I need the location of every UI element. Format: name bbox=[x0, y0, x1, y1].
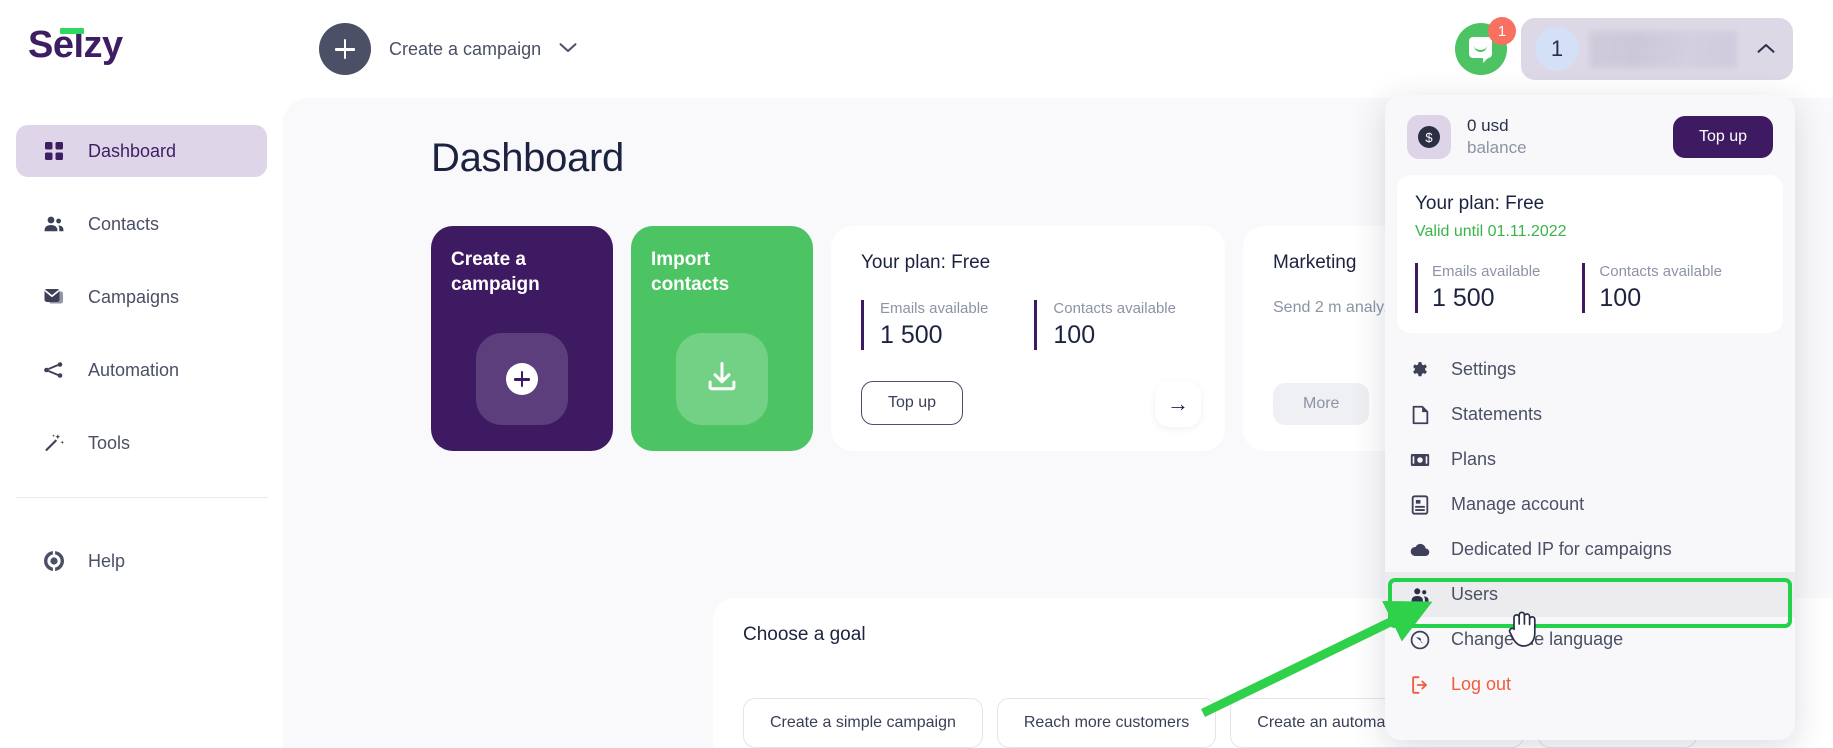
plan-summary-panel: Your plan: Free Valid until 01.11.2022 E… bbox=[1397, 175, 1783, 333]
menu-item-settings[interactable]: Settings bbox=[1385, 347, 1795, 392]
stat-value: 1 500 bbox=[880, 321, 943, 349]
stat-value: 100 bbox=[1599, 284, 1642, 312]
sidebar-item-tools[interactable]: Tools bbox=[16, 417, 267, 469]
tile-title: Create a campaign bbox=[451, 249, 540, 295]
goal-chip[interactable]: Reach more customers bbox=[996, 698, 1217, 748]
tile-title: Import contacts bbox=[651, 249, 730, 295]
top-header: Create a campaign 1 1 bbox=[283, 0, 1833, 98]
stat-label: Contacts available bbox=[1599, 263, 1722, 280]
more-button[interactable]: More bbox=[1273, 383, 1370, 425]
avatar: 1 bbox=[1535, 27, 1579, 71]
plan-title: Your plan: Free bbox=[1415, 193, 1545, 214]
green-arrow-annotation bbox=[1201, 600, 1433, 718]
plan-card: Your plan: Free Emails available 1 500 C… bbox=[831, 226, 1225, 451]
menu-item-label: Dedicated IP for campaigns bbox=[1451, 539, 1672, 559]
brand-logo[interactable]: Selzy bbox=[28, 24, 123, 67]
dollar-coin-icon: $ bbox=[1407, 115, 1451, 159]
goal-chip[interactable]: Create a simple campaign bbox=[743, 698, 983, 748]
sidebar-item-label: Campaigns bbox=[88, 286, 180, 307]
banknote-icon bbox=[1409, 449, 1431, 471]
sidebar-item-automation[interactable]: Automation bbox=[16, 344, 267, 396]
stat-label: Contacts available bbox=[1053, 300, 1176, 317]
stat-label: Emails available bbox=[880, 300, 989, 317]
menu-item-label: Manage account bbox=[1451, 494, 1585, 514]
app-root: Selzy Dashboard Contacts Campaigns Autom… bbox=[0, 0, 1833, 748]
account-name-redacted bbox=[1589, 31, 1737, 68]
grid-icon bbox=[42, 139, 66, 163]
lifebuoy-icon bbox=[42, 549, 66, 573]
arrow-right-icon[interactable]: → bbox=[1155, 381, 1201, 427]
download-icon bbox=[703, 358, 741, 401]
mouse-cursor bbox=[1508, 611, 1536, 647]
stat-label: Emails available bbox=[1432, 263, 1541, 280]
sidebar-item-label: Help bbox=[88, 550, 126, 571]
chat-unread-badge: 1 bbox=[1488, 17, 1516, 45]
stat-emails: Emails available 1 500 bbox=[1415, 263, 1540, 313]
plan-card-title: Your plan: Free bbox=[861, 252, 991, 273]
balance-label: balance bbox=[1467, 138, 1527, 157]
sidebar-divider bbox=[16, 497, 268, 498]
page-title: Dashboard bbox=[431, 136, 624, 180]
automation-icon bbox=[42, 358, 66, 382]
create-campaign-tile[interactable]: Create a campaign bbox=[431, 226, 613, 451]
sidebar-item-contacts[interactable]: Contacts bbox=[16, 198, 267, 250]
stat-value: 1 500 bbox=[1432, 284, 1495, 312]
plus-icon bbox=[319, 23, 371, 75]
logo-accent-bar bbox=[60, 28, 84, 34]
cloud-icon bbox=[1409, 539, 1431, 561]
top-up-button[interactable]: Top up bbox=[1672, 116, 1773, 158]
menu-item-label: Statements bbox=[1451, 404, 1543, 424]
sidebar-item-label: Dashboard bbox=[88, 140, 177, 161]
account-menu-button[interactable]: 1 bbox=[1521, 18, 1793, 80]
tile-icon-box bbox=[676, 333, 768, 425]
plan-validity: Valid until 01.11.2022 bbox=[1415, 223, 1567, 240]
menu-item-label: Users bbox=[1451, 584, 1499, 604]
stat-value: 100 bbox=[1053, 321, 1096, 349]
balance-text: 0 usd balance bbox=[1467, 116, 1527, 158]
plan-card-stats: Emails available 1 500 Contacts availabl… bbox=[861, 300, 1195, 350]
coin-glyph: $ bbox=[1418, 126, 1440, 148]
envelope-icon bbox=[42, 285, 66, 309]
sidebar-item-label: Tools bbox=[88, 432, 131, 453]
sidebar-item-help[interactable]: Help bbox=[16, 535, 125, 587]
sidebar-item-campaigns[interactable]: Campaigns bbox=[16, 271, 267, 323]
create-campaign-label: Create a campaign bbox=[389, 38, 542, 59]
magic-wand-icon bbox=[42, 431, 66, 455]
import-contacts-tile[interactable]: Import contacts bbox=[631, 226, 813, 451]
sidebar: Selzy Dashboard Contacts Campaigns Autom… bbox=[0, 0, 283, 748]
menu-item-label: Plans bbox=[1451, 449, 1497, 469]
top-up-button[interactable]: Top up bbox=[861, 381, 964, 425]
chevron-down-icon bbox=[559, 40, 577, 58]
plan-stats: Emails available 1 500 Contacts availabl… bbox=[1415, 263, 1765, 313]
chat-support-button[interactable]: 1 bbox=[1455, 17, 1516, 75]
stat-contacts: Contacts available 100 bbox=[1582, 263, 1722, 313]
sidebar-item-dashboard[interactable]: Dashboard bbox=[16, 125, 267, 177]
tile-icon-box bbox=[476, 333, 568, 425]
create-campaign-button[interactable]: Create a campaign bbox=[319, 23, 577, 75]
menu-item-plans[interactable]: Plans bbox=[1385, 437, 1795, 482]
gear-icon bbox=[1409, 359, 1431, 381]
account-card-icon bbox=[1409, 494, 1431, 516]
menu-item-label: Log out bbox=[1451, 674, 1512, 694]
document-icon bbox=[1409, 404, 1431, 426]
stat-contacts: Contacts available 100 bbox=[1034, 300, 1176, 350]
menu-item-label: Settings bbox=[1451, 359, 1517, 379]
balance-row: $ 0 usd balance Top up bbox=[1385, 95, 1795, 175]
stat-emails: Emails available 1 500 bbox=[861, 300, 988, 350]
contacts-icon bbox=[42, 212, 66, 236]
sidebar-nav: Dashboard Contacts Campaigns Automation … bbox=[0, 125, 283, 490]
sidebar-item-label: Contacts bbox=[88, 213, 160, 234]
menu-item-dedicated-ip[interactable]: Dedicated IP for campaigns bbox=[1385, 527, 1795, 572]
sidebar-item-label: Automation bbox=[88, 359, 180, 380]
menu-item-manage-account[interactable]: Manage account bbox=[1385, 482, 1795, 527]
menu-item-statements[interactable]: Statements bbox=[1385, 392, 1795, 437]
plus-icon bbox=[506, 363, 538, 395]
balance-amount: 0 usd bbox=[1467, 116, 1509, 135]
